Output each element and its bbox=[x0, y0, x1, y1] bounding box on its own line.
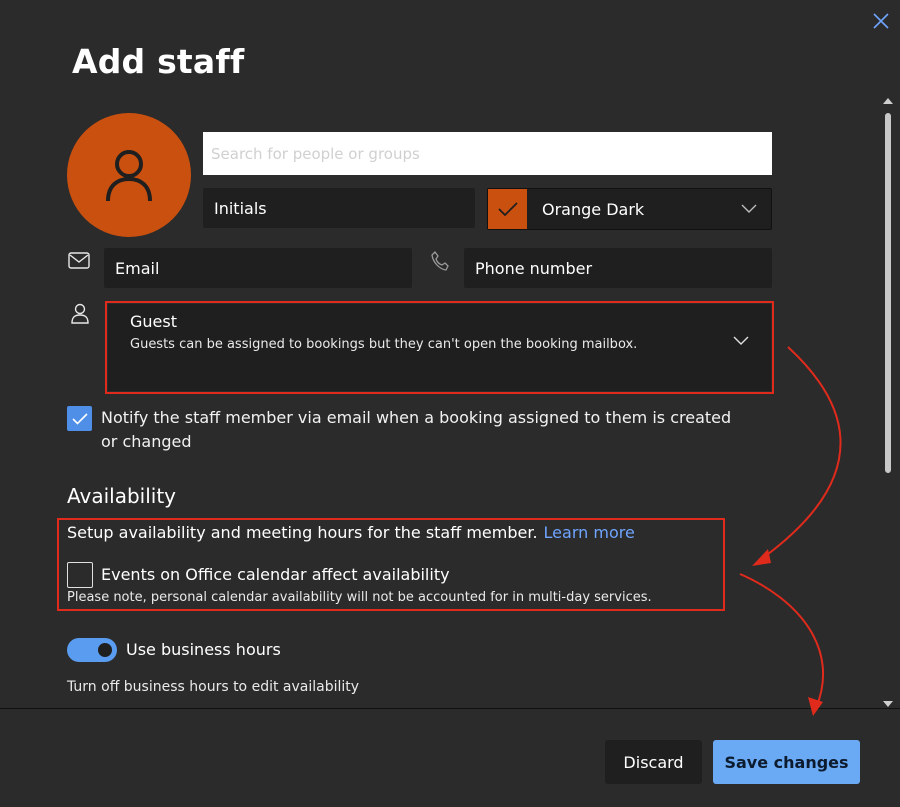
discard-button[interactable]: Discard bbox=[605, 740, 702, 784]
color-dropdown[interactable]: Orange Dark bbox=[487, 188, 772, 230]
role-description: Guests can be assigned to bookings but t… bbox=[130, 337, 638, 352]
phone-icon bbox=[430, 250, 450, 272]
toggle-knob bbox=[98, 643, 112, 657]
scroll-down-icon[interactable] bbox=[883, 693, 893, 707]
person-outline-icon bbox=[70, 303, 90, 325]
business-hours-hint: Turn off business hours to edit availabi… bbox=[67, 679, 360, 695]
chevron-down-icon bbox=[733, 336, 749, 345]
notify-label: Notify the staff member via email when a… bbox=[101, 408, 732, 451]
phone-value: Phone number bbox=[475, 258, 593, 278]
setup-description: Setup availability and meeting hours for… bbox=[67, 523, 538, 542]
annotation-arrowhead-lower bbox=[808, 697, 823, 716]
notify-checkbox[interactable] bbox=[67, 406, 92, 431]
person-icon bbox=[106, 150, 152, 202]
save-changes-button[interactable]: Save changes bbox=[713, 740, 860, 784]
annotation-arrow-lower bbox=[739, 573, 825, 709]
role-title: Guest bbox=[130, 312, 177, 331]
availability-heading: Availability bbox=[67, 484, 177, 508]
dialog-title: Add staff bbox=[72, 42, 245, 81]
phone-field[interactable]: Phone number bbox=[464, 248, 772, 288]
scroll-up-icon[interactable] bbox=[883, 90, 893, 104]
email-field[interactable]: Email bbox=[104, 248, 412, 288]
business-hours-toggle[interactable] bbox=[67, 638, 117, 662]
annotation-arrowhead-upper bbox=[752, 549, 771, 566]
business-hours-label: Use business hours bbox=[126, 640, 281, 659]
mail-icon bbox=[68, 252, 90, 270]
chevron-down-icon bbox=[741, 204, 757, 213]
checkmark-icon bbox=[71, 412, 88, 425]
color-swatch bbox=[488, 189, 527, 229]
color-label: Orange Dark bbox=[542, 199, 645, 219]
availability-note: Please note, personal calendar availabil… bbox=[67, 590, 652, 605]
search-input[interactable] bbox=[203, 132, 772, 175]
events-checkbox[interactable] bbox=[67, 562, 93, 588]
initials-field[interactable]: Initials bbox=[203, 188, 475, 228]
email-value: Email bbox=[115, 258, 160, 278]
avatar[interactable] bbox=[67, 113, 191, 237]
initials-value: Initials bbox=[214, 198, 267, 218]
setup-text: Setup availability and meeting hours for… bbox=[67, 523, 635, 542]
checkmark-icon bbox=[497, 202, 518, 216]
learn-more-link[interactable]: Learn more bbox=[544, 523, 635, 542]
close-icon[interactable] bbox=[870, 10, 892, 32]
scrollbar-thumb[interactable] bbox=[885, 113, 891, 473]
role-dropdown[interactable]: Guest Guests can be assigned to bookings… bbox=[108, 304, 771, 391]
footer-divider bbox=[0, 708, 900, 709]
events-label: Events on Office calendar affect availab… bbox=[101, 565, 450, 584]
